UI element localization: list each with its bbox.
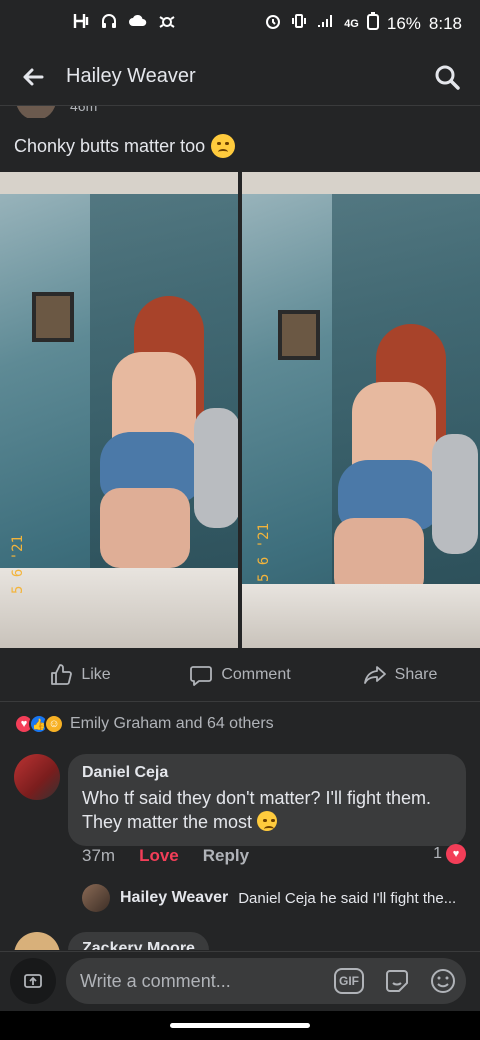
sticker-icon [386, 970, 408, 992]
reactions-summary[interactable]: ♥ 👍 ☺ Emily Graham and 64 others [14, 714, 274, 734]
post-caption: Chonky butts matter too [14, 135, 206, 156]
comment-author[interactable]: Zackery Moore [68, 932, 209, 950]
back-button[interactable] [18, 62, 48, 92]
sticker-button[interactable] [382, 966, 412, 996]
headphones-icon [100, 12, 118, 35]
reply-preview[interactable]: Hailey Weaver Daniel Ceja he said I'll f… [82, 884, 462, 912]
comment-reply-button[interactable]: Reply [203, 846, 249, 866]
clock: 8:18 [428, 13, 462, 33]
commenter-avatar[interactable] [14, 932, 60, 950]
reply-avatar [82, 884, 110, 912]
share-arrow-icon [363, 665, 386, 684]
reactions-text: Emily Graham and 64 others [70, 715, 274, 732]
comment-label: Comment [221, 665, 291, 683]
search-button[interactable] [432, 62, 462, 92]
comment-bubble-icon [190, 665, 213, 686]
bug-icon [158, 12, 176, 35]
status-right: 4G 16% 8:18 [264, 12, 462, 35]
post-photo-2[interactable]: 5 6 '21 [242, 172, 480, 648]
post-photo-1[interactable]: 5 6 '21 [0, 172, 238, 648]
photo-date-stamp: 5 6 '21 [10, 534, 26, 594]
share-label: Share [394, 665, 438, 683]
post-header-partial: 46m [16, 106, 136, 118]
picture-frame [32, 292, 74, 342]
thumbs-up-icon [51, 663, 73, 685]
search-icon [435, 65, 460, 90]
reply-text: Daniel Ceja he said I'll fight the... [238, 889, 457, 907]
toilet [432, 434, 478, 554]
heart-icon: ♥ [446, 844, 466, 864]
arrow-left-icon [23, 68, 44, 86]
post-photos: 5 6 '21 5 6 '21 [0, 172, 480, 648]
care-reaction-icon: ☺ [44, 714, 64, 734]
tired-face-emoji-icon [211, 134, 236, 158]
comment-button[interactable]: Comment [160, 648, 320, 701]
share-button[interactable]: Share [320, 648, 480, 701]
commenter-avatar[interactable] [14, 754, 60, 800]
comment-footer: 37m Love Reply [82, 846, 249, 866]
comment-bubble[interactable]: Daniel Ceja Who tf said they don't matte… [68, 754, 466, 846]
vibrate-icon [290, 12, 308, 35]
post-text: Chonky butts matter too [14, 134, 236, 158]
picture-frame [278, 310, 320, 360]
photo-date-stamp: 5 6 '21 [256, 522, 272, 582]
sink [242, 584, 480, 648]
system-nav-bar [0, 1011, 480, 1040]
post-time: 46m [70, 106, 98, 114]
hotspot-icon [72, 12, 90, 35]
author-avatar[interactable] [16, 106, 56, 118]
like-label: Like [81, 665, 111, 683]
cloud-icon [128, 13, 148, 34]
like-button[interactable]: Like [0, 648, 160, 701]
alarm-icon [264, 12, 282, 35]
comment-input-placeholder: Write a comment... [80, 971, 231, 991]
reply-author: Hailey Weaver [120, 889, 229, 906]
comment-author[interactable]: Daniel Ceja [82, 764, 452, 782]
battery-icon [366, 12, 379, 35]
app-bar: Hailey Weaver [0, 48, 480, 106]
toilet [194, 408, 238, 528]
camera-roll-icon [24, 974, 42, 988]
gif-button[interactable]: GIF [334, 968, 364, 994]
comment-love-button[interactable]: Love [139, 846, 179, 866]
comment-time: 37m [82, 846, 116, 865]
comment-input[interactable]: Write a comment... GIF [66, 958, 466, 1004]
smiley-icon [431, 969, 455, 993]
reaction-icons: ♥ 👍 ☺ [14, 714, 64, 734]
status-left-icons [72, 12, 176, 35]
camera-button[interactable] [10, 958, 56, 1004]
figure-legs [100, 488, 190, 568]
home-indicator[interactable] [170, 1023, 310, 1028]
sink [0, 568, 238, 648]
tired-face-emoji-icon [257, 811, 278, 831]
comment-text: Who tf said they don't matter? I'll figh… [82, 788, 432, 832]
comment-composer: Write a comment... GIF [0, 951, 480, 1011]
comment-reaction-count[interactable]: 1 ♥ [433, 844, 466, 864]
post-actions: Like Comment Share [0, 648, 480, 702]
status-bar: 4G 16% 8:18 [0, 0, 480, 48]
next-comment-partial: Zackery Moore [14, 930, 414, 950]
network-type: 4G [344, 17, 359, 30]
battery-percent: 16% [386, 13, 421, 33]
emoji-button[interactable] [428, 966, 458, 996]
signal-icon [316, 13, 336, 34]
page-title: Hailey Weaver [66, 65, 196, 87]
